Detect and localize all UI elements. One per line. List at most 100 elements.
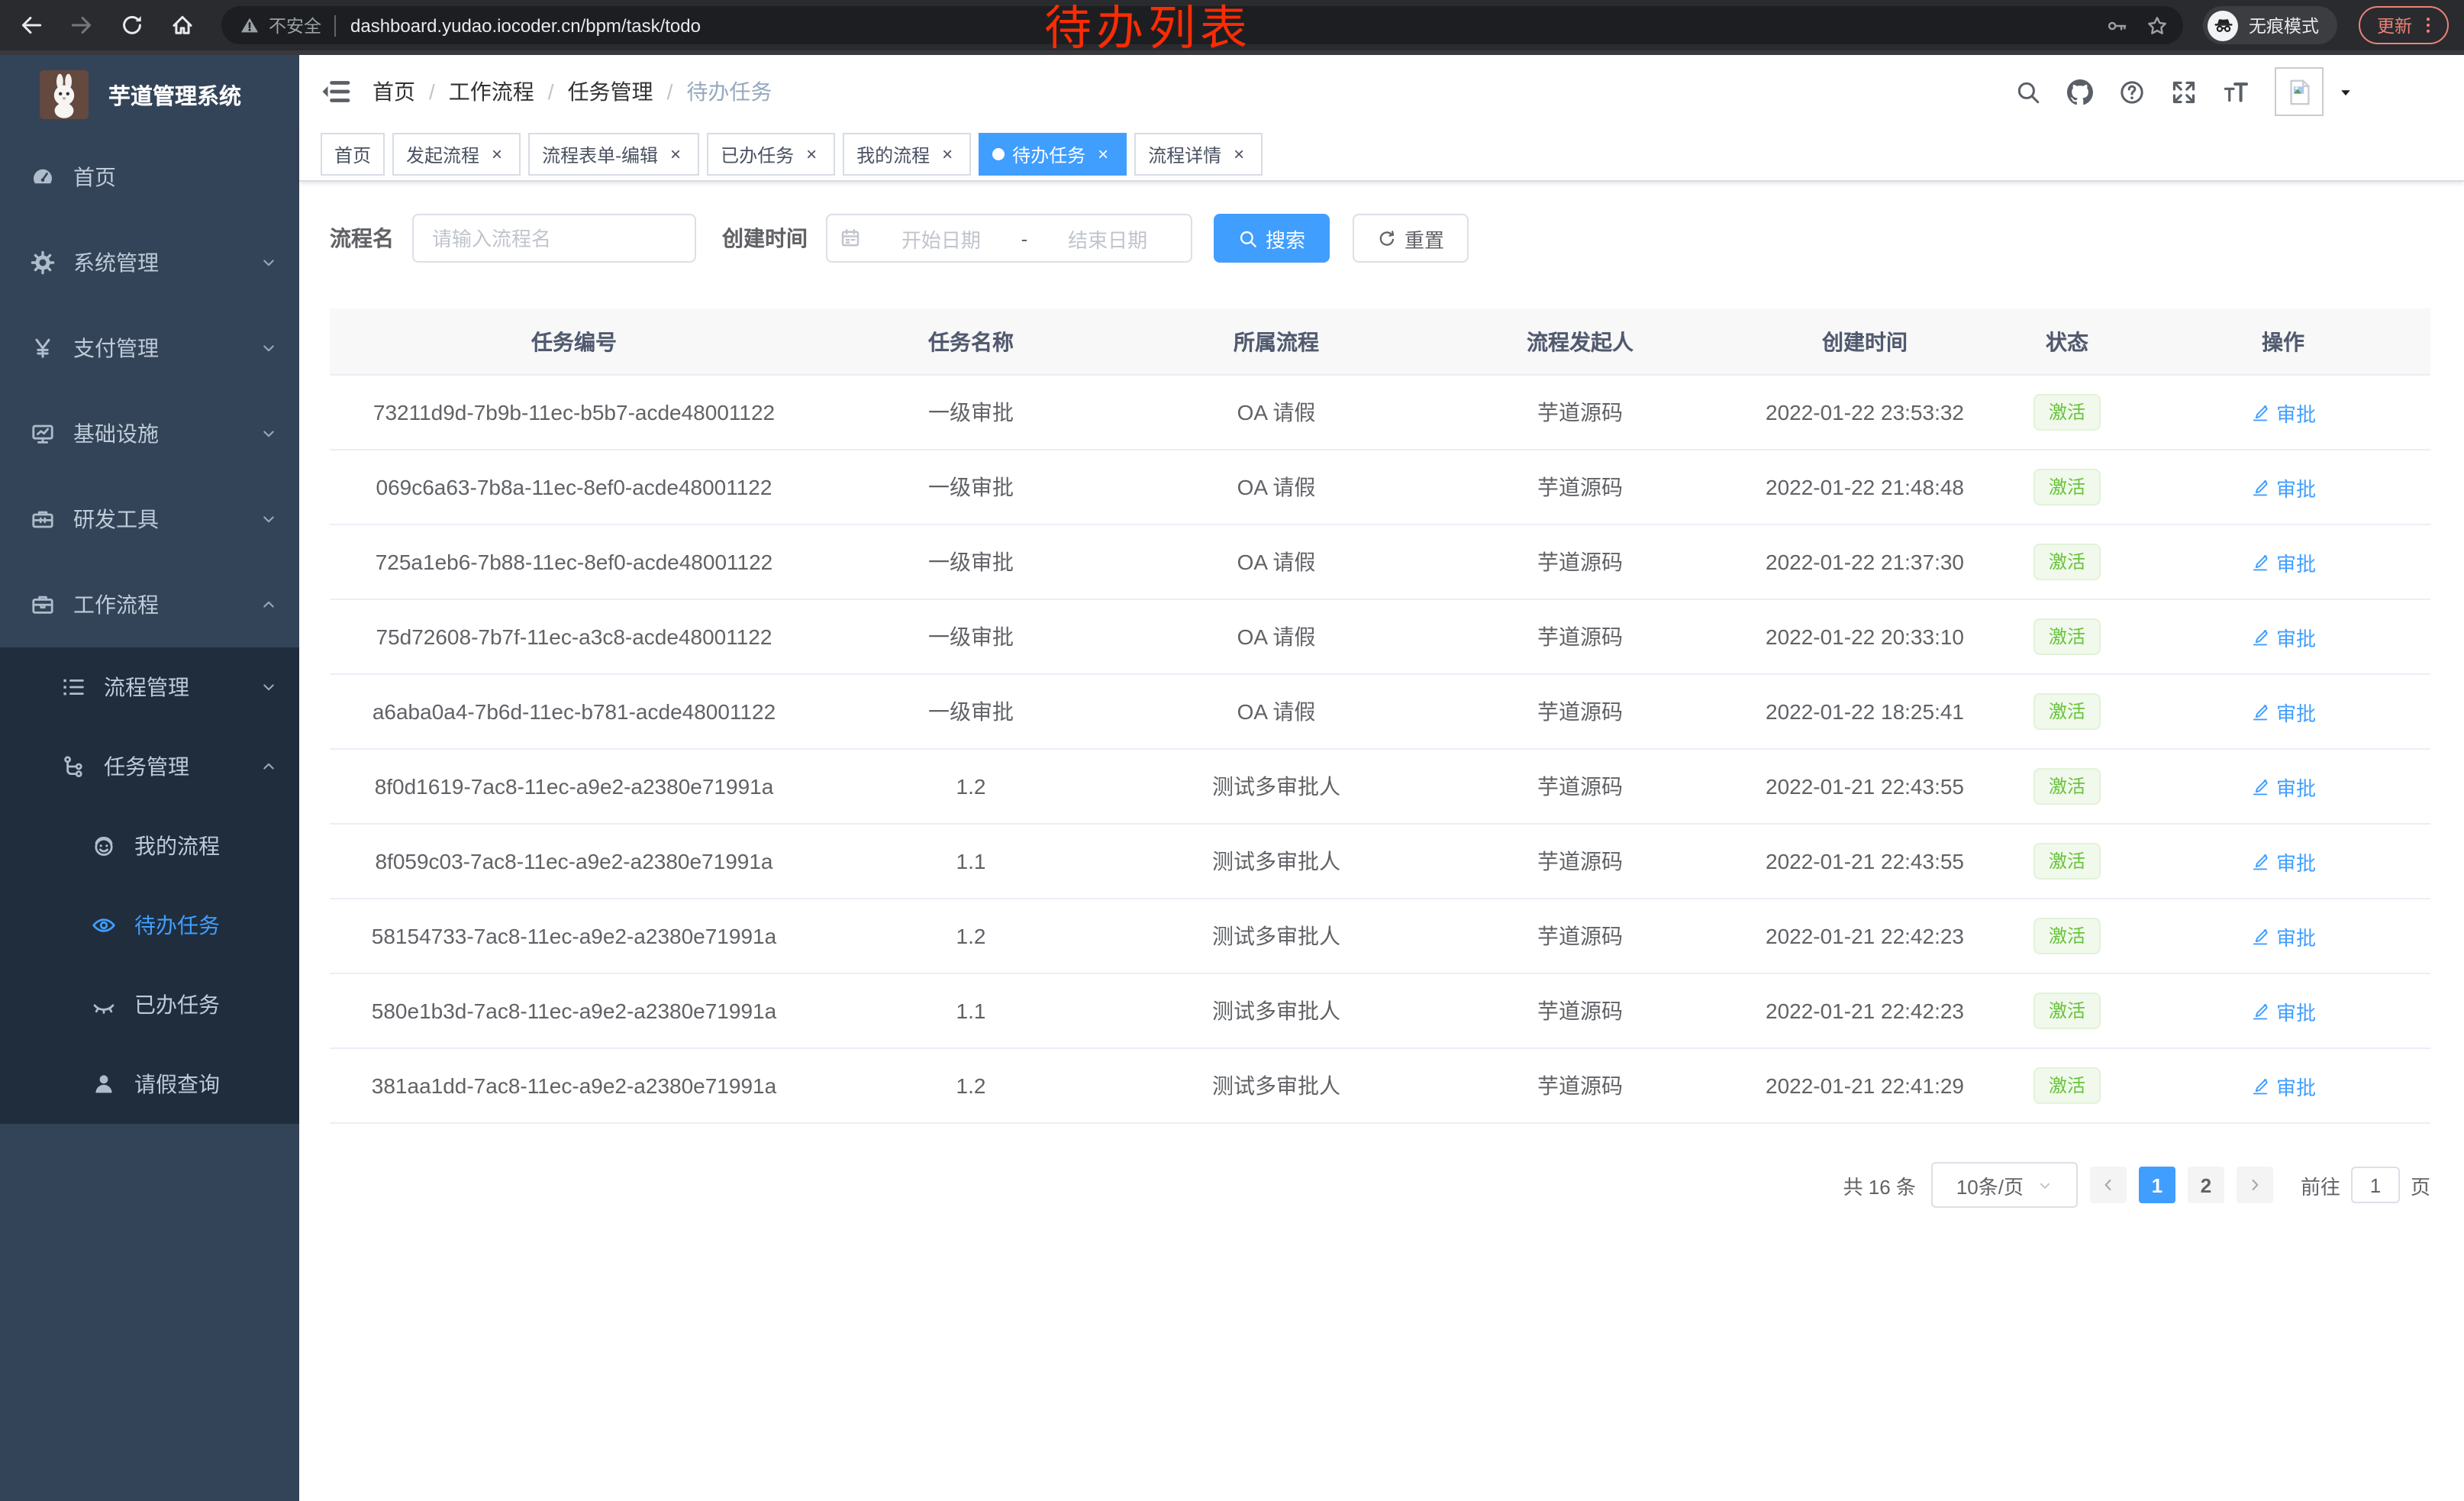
cell-actions: 审批 [2136,824,2430,899]
browser-forward-button[interactable] [63,7,100,44]
user-avatar-dropdown[interactable] [2275,67,2354,116]
approve-link[interactable]: 审批 [2250,996,2316,1025]
fullscreen-icon[interactable] [2171,79,2197,105]
sidebar-item-tree[interactable]: 任务管理 [0,727,299,806]
cell-created: 2022-01-22 21:48:48 [1731,450,1998,525]
page-size-select[interactable]: 10条/页 [1931,1162,2078,1208]
table-row: 069c6a63-7b8a-11ec-8ef0-acde48001122一级审批… [330,450,2430,525]
sidebar-item-eye-closed[interactable]: 已办任务 [0,965,299,1044]
tab-close-icon[interactable]: × [666,144,685,164]
sidebar-item-user[interactable]: 请假查询 [0,1044,299,1124]
table-header-row: 任务编号任务名称所属流程流程发起人创建时间状态操作 [330,308,2430,375]
browser-update-button[interactable]: 更新 [2359,6,2449,44]
tab-close-icon[interactable]: × [1229,144,1249,164]
search-button[interactable]: 搜索 [1214,214,1330,263]
font-size-icon[interactable] [2223,79,2249,105]
sidebar-item-toolbox[interactable]: 研发工具 [0,476,299,562]
cell-actions: 审批 [2136,973,2430,1048]
toolbox-icon [31,507,55,531]
tab-2[interactable]: 流程表单-编辑× [528,133,699,176]
bookmark-star-icon[interactable] [2146,15,2168,36]
goto-page-input[interactable] [2351,1167,2400,1203]
approve-link[interactable]: 审批 [2250,847,2316,876]
prev-page-button[interactable] [2090,1167,2127,1203]
approve-link[interactable]: 审批 [2250,772,2316,801]
logo-rabbit-image [40,70,89,119]
cell-actions: 审批 [2136,1048,2430,1123]
browser-back-button[interactable] [13,7,50,44]
browser-reload-button[interactable] [114,7,150,44]
sidebar-item-gear[interactable]: 系统管理 [0,220,299,305]
tab-close-icon[interactable]: × [487,144,507,164]
sidebar-item-monitor[interactable]: 基础设施 [0,391,299,476]
breadcrumb-separator: / [429,79,435,104]
process-name-input[interactable] [412,214,696,263]
cell-status: 激活 [1998,525,2136,599]
page-button-1[interactable]: 1 [2139,1167,2175,1203]
page-content: 流程名 创建时间 开始日期 - 结束日期 搜索 重 [299,182,2464,1501]
navbar: 首页/工作流程/任务管理/待办任务 [299,55,2464,128]
cell-created: 2022-01-22 18:25:41 [1731,674,1998,749]
edit-icon [2250,1001,2270,1021]
search-icon[interactable] [2015,79,2041,105]
sidebar-logo[interactable]: 芋道管理系统 [0,55,299,134]
incognito-icon [2213,15,2233,35]
reset-button[interactable]: 重置 [1353,214,1469,263]
cell-task-id: 381aa1dd-7ac8-11ec-a9e2-a2380e71991a [330,1048,818,1123]
sidebar-item-dashboard[interactable]: 首页 [0,134,299,220]
chevron-up-icon [260,596,278,614]
tab-close-icon[interactable]: × [937,144,957,164]
cell-task-name: 一级审批 [818,674,1124,749]
tab-1[interactable]: 发起流程× [392,133,521,176]
cell-starter: 芋道源码 [1429,899,1731,973]
status-badge: 激活 [2033,1067,2101,1104]
github-icon[interactable] [2067,79,2093,105]
browser-home-button[interactable] [164,7,201,44]
approve-link[interactable]: 审批 [2250,922,2316,951]
sidebar-item-eye[interactable]: 待办任务 [0,886,299,965]
cell-created: 2022-01-21 22:42:23 [1731,899,1998,973]
edit-icon [2250,851,2270,871]
reload-icon [119,12,145,38]
list-icon [61,675,85,699]
cell-status: 激活 [1998,973,2136,1048]
end-date-placeholder: 结束日期 [1037,224,1179,253]
tab-close-icon[interactable]: × [801,144,821,164]
tab-0[interactable]: 首页 [321,133,385,176]
breadcrumb-item[interactable]: 首页 [373,76,415,107]
sidebar-item-list[interactable]: 流程管理 [0,647,299,727]
tab-4[interactable]: 我的流程× [843,133,971,176]
cell-task-id: 725a1eb6-7b88-11ec-8ef0-acde48001122 [330,525,818,599]
breadcrumb-item[interactable]: 工作流程 [449,76,534,107]
approve-link[interactable]: 审批 [2250,1071,2316,1100]
tab-3[interactable]: 已办任务× [707,133,835,176]
sidebar-item-yen[interactable]: 支付管理 [0,305,299,391]
password-key-icon[interactable] [2107,15,2128,36]
sidebar-item-label: 流程管理 [104,672,189,702]
tab-active[interactable]: 待办任务× [979,133,1127,176]
sidebar-item-briefcase[interactable]: 工作流程 [0,562,299,647]
approve-link[interactable]: 审批 [2250,622,2316,651]
cell-task-id: 75d72608-7b7f-11ec-a3c8-acde48001122 [330,599,818,674]
approve-link[interactable]: 审批 [2250,547,2316,576]
date-range-picker[interactable]: 开始日期 - 结束日期 [826,214,1192,263]
approve-link[interactable]: 审批 [2250,473,2316,502]
sidebar-item-face[interactable]: 我的流程 [0,806,299,886]
page-button-2[interactable]: 2 [2188,1167,2224,1203]
approve-link[interactable]: 审批 [2250,398,2316,427]
approve-link-label: 审批 [2276,996,2316,1025]
approve-link[interactable]: 审批 [2250,697,2316,726]
next-page-button[interactable] [2237,1167,2273,1203]
breadcrumb-item[interactable]: 任务管理 [568,76,653,107]
sidebar-item-label: 任务管理 [104,751,189,782]
help-icon[interactable] [2119,79,2145,105]
tab-close-icon[interactable]: × [1093,144,1113,164]
edit-icon [2250,776,2270,796]
address-bar[interactable]: 不安全 dashboard.yudao.iocoder.cn/bpm/task/… [221,6,2183,44]
cell-task-id: 58154733-7ac8-11ec-a9e2-a2380e71991a [330,899,818,973]
hamburger-icon[interactable] [321,76,351,107]
browser-menu-dots-icon[interactable] [2418,15,2438,35]
tab-6[interactable]: 流程详情× [1134,133,1263,176]
column-header: 状态 [1998,308,2136,375]
sidebar-item-label: 系统管理 [73,247,159,278]
